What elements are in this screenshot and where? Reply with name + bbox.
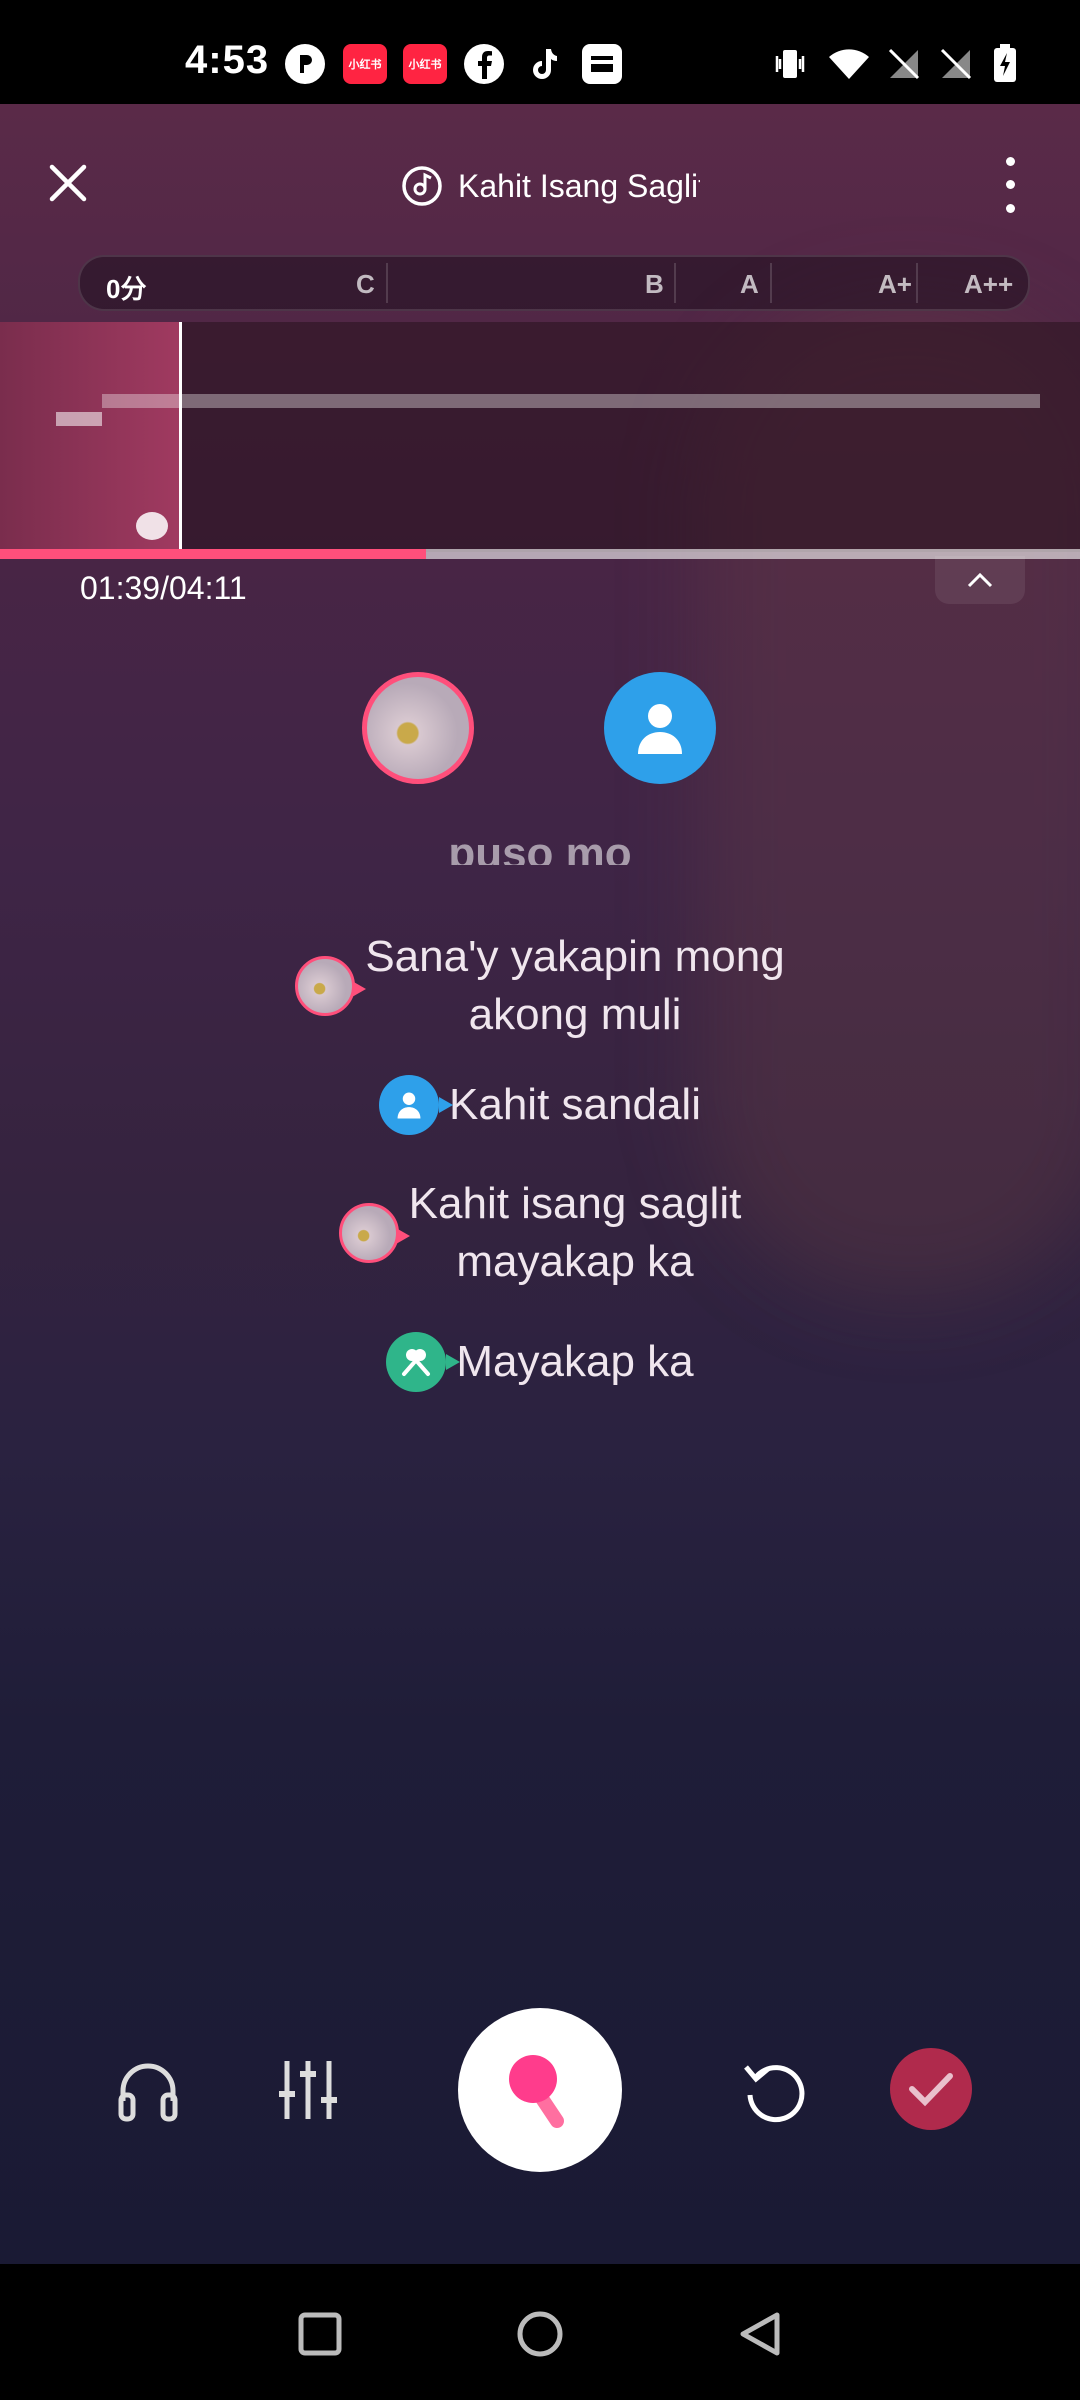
grade-a: A — [740, 269, 759, 299]
sliders-icon — [279, 2061, 337, 2119]
home-button[interactable] — [510, 2304, 570, 2364]
microphone-button[interactable] — [458, 2008, 622, 2172]
lyric-line: Kahit isang saglit mayakap ka — [0, 1175, 1080, 1291]
back-triangle-icon — [740, 2312, 780, 2356]
status-bar: 4:53 小红书 小红书 — [0, 0, 1080, 104]
singer-avatar-2[interactable] — [604, 672, 716, 784]
p-app-icon — [285, 44, 325, 84]
playback-time: 01:39/04:11 — [80, 570, 247, 606]
song-title: Kahit Isang Saglit — [458, 167, 700, 204]
song-title-marquee[interactable]: Kahit Isang Saglit — [400, 158, 700, 214]
chorus-avatar — [386, 1332, 461, 1392]
pitch-visualizer — [0, 322, 1080, 552]
grade-b: B — [645, 269, 664, 299]
close-button[interactable] — [40, 155, 96, 211]
pitch-cursor — [179, 322, 182, 552]
previous-lyric: puso mo — [448, 829, 632, 865]
more-options-button[interactable] — [990, 150, 1030, 220]
check-icon — [909, 2073, 953, 2107]
lyric-text: Mayakap ka — [456, 1337, 694, 1386]
dot — [1005, 180, 1015, 190]
navigation-bar — [0, 2264, 1080, 2400]
singer-avatar-1[interactable] — [362, 672, 474, 784]
grade-a-plus: A+ — [878, 269, 912, 299]
pitch-indicator — [136, 512, 168, 540]
lyric-line: Kahit sandali — [0, 1075, 1080, 1135]
control-bar — [0, 1990, 1080, 2190]
close-icon — [49, 164, 87, 202]
refresh-icon — [744, 2065, 805, 2123]
pitch-note — [102, 394, 1040, 408]
grade-divider — [770, 263, 772, 303]
grade-divider — [386, 263, 388, 303]
current-score: 0分 — [106, 274, 147, 304]
progress-fill — [0, 549, 426, 559]
square-icon — [298, 2312, 342, 2356]
lyric-text: Kahit sandali — [449, 1080, 701, 1129]
grade-divider — [674, 263, 676, 303]
wifi-icon — [826, 44, 872, 84]
vibrate-icon — [770, 44, 810, 84]
no-signal-icon — [936, 44, 976, 84]
facebook-icon — [464, 44, 504, 84]
headphones-button[interactable] — [108, 2050, 188, 2130]
grade-a-plus-plus: A++ — [964, 269, 1014, 299]
microphones-icon — [402, 1349, 431, 1376]
music-disc-icon — [402, 166, 442, 206]
equalizer-button[interactable] — [268, 2050, 348, 2130]
singer-avatar-small — [379, 1075, 454, 1135]
status-clock: 4:53 — [185, 38, 270, 82]
tiktok-icon — [524, 44, 564, 84]
restart-button[interactable] — [735, 2050, 815, 2130]
headphones-icon — [118, 2063, 178, 2122]
singer-avatar-small — [338, 1203, 410, 1263]
wallet-icon — [582, 44, 622, 84]
chevron-up-icon — [967, 572, 993, 588]
singer-avatar-small — [295, 956, 367, 1016]
xiaohongshu-icon: 小红书 — [343, 44, 387, 84]
battery-charging-icon — [990, 44, 1020, 84]
user-icon — [397, 1092, 421, 1119]
lyric-text: Sana'y yakapin mong akong muli — [365, 932, 785, 1039]
lyric-text: Kahit isang saglit mayakap ka — [408, 1179, 742, 1286]
circle-icon — [517, 2311, 563, 2357]
no-signal-icon — [884, 44, 924, 84]
grade-c: C — [356, 269, 375, 299]
xiaohongshu-icon: 小红书 — [403, 44, 447, 84]
lyric-line: Mayakap ka — [0, 1332, 1080, 1392]
collapse-button[interactable] — [935, 556, 1025, 604]
dot — [1005, 157, 1015, 167]
lyric-line: Sana'y yakapin mong akong muli — [0, 928, 1080, 1044]
microphone-icon — [509, 2055, 564, 2128]
pitch-note — [56, 412, 102, 426]
grade-divider — [916, 263, 918, 303]
score-bar: 0分 C B A A+ A++ — [78, 255, 1030, 311]
recents-button[interactable] — [290, 2304, 350, 2364]
back-button[interactable] — [730, 2304, 790, 2364]
dot — [1005, 203, 1015, 213]
user-icon — [638, 704, 682, 754]
finish-button[interactable] — [890, 2048, 972, 2130]
